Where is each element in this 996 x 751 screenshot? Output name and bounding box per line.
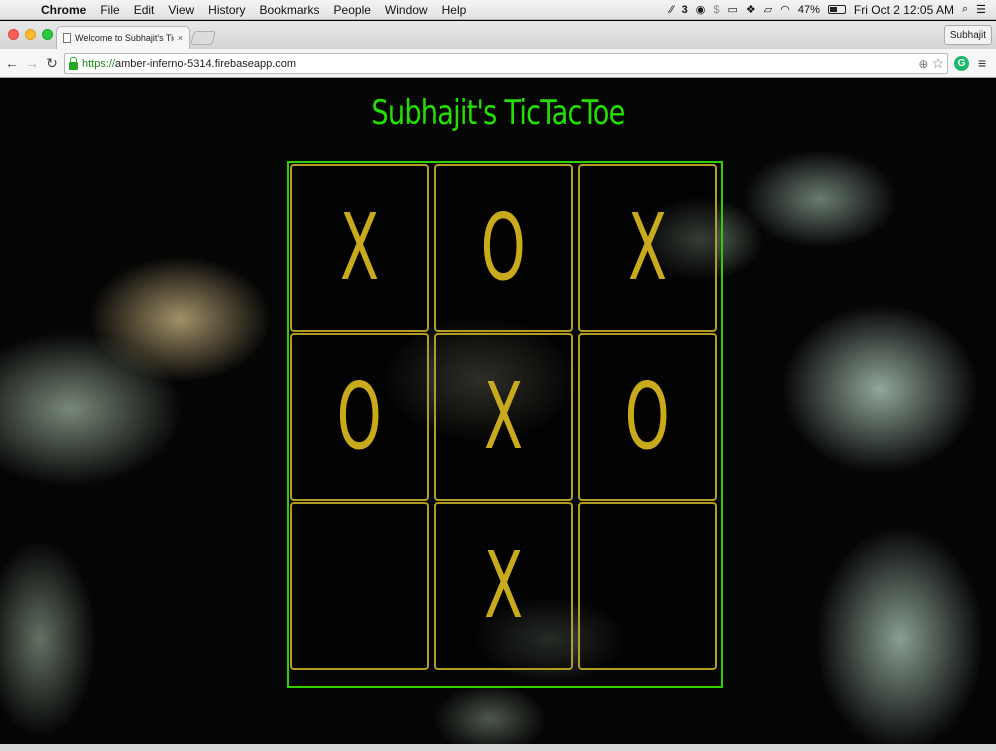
bookmark-star-icon[interactable]: ☆ [931, 55, 944, 72]
window-bottom-edge [0, 744, 996, 751]
menu-app-chrome[interactable]: Chrome [34, 3, 93, 17]
tab-close-icon[interactable]: × [178, 33, 183, 43]
cell-mark: X [627, 194, 668, 301]
address-bar[interactable]: https:// amber-inferno-5314.firebaseapp.… [64, 53, 948, 74]
grammarly-extension-icon[interactable]: G [954, 56, 969, 71]
board-cell-3[interactable]: X [578, 164, 717, 332]
back-icon[interactable]: ← [2, 55, 22, 71]
tab-active[interactable]: Welcome to Subhajit's TicTa × [56, 26, 190, 49]
board-cell-9[interactable] [578, 502, 717, 670]
clock[interactable]: Fri Oct 2 12:05 AM [854, 3, 954, 17]
menu-file[interactable]: File [93, 3, 126, 17]
board-cell-1[interactable]: X [290, 164, 429, 332]
battery-percent[interactable]: 47% [798, 4, 820, 16]
cell-mark: X [339, 194, 380, 301]
menu-window[interactable]: Window [378, 3, 435, 17]
menu-help[interactable]: Help [435, 3, 474, 17]
badge-count[interactable]: 3 [682, 4, 688, 16]
window-controls [8, 29, 53, 40]
chrome-menu-icon[interactable]: ≡ [978, 55, 986, 71]
board-cell-2[interactable]: O [434, 164, 573, 332]
zoom-window-button[interactable] [42, 29, 53, 40]
cell-mark: X [483, 363, 524, 470]
menu-people[interactable]: People [327, 3, 378, 17]
board-cell-6[interactable]: O [578, 333, 717, 501]
profile-button[interactable]: Subhajit [943, 25, 992, 45]
battery-icon[interactable] [827, 5, 846, 14]
macos-menubar: Chrome File Edit View History Bookmarks … [0, 0, 996, 20]
airplay-icon[interactable]: ▱ [764, 3, 772, 16]
spotlight-icon[interactable]: ⌕ [962, 3, 968, 16]
close-window-button[interactable] [8, 29, 19, 40]
wifi-icon[interactable]: ◠ [780, 3, 790, 16]
monitor-icon[interactable]: ▭ [728, 3, 738, 16]
dollar-icon[interactable]: $ [713, 4, 719, 16]
page-title: Subhajit's TicTacToe [371, 93, 625, 133]
status-area: ⁄⁄ 3 ◉ $ ▭ ❖ ▱ ◠ 47% Fri Oct 2 12:05 AM … [670, 3, 996, 17]
page-favicon-icon [63, 33, 71, 43]
browser-toolbar: ← → ↻ https:// amber-inferno-5314.fireba… [0, 49, 996, 78]
new-tab-button[interactable] [190, 31, 216, 45]
url-host: amber-inferno-5314.firebaseapp.com [115, 57, 297, 70]
menu-history[interactable]: History [201, 3, 252, 17]
board-cell-4[interactable]: O [290, 333, 429, 501]
forward-icon[interactable]: → [22, 55, 42, 71]
tab-strip: Welcome to Subhajit's TicTa × Subhajit [0, 21, 996, 49]
board-cell-8[interactable]: X [434, 502, 573, 670]
menu-bookmarks[interactable]: Bookmarks [253, 3, 327, 17]
game-board: X O X O X O X [287, 161, 723, 688]
zoom-icon[interactable]: ⊕ [918, 57, 928, 71]
adobe-status-icon[interactable]: ⁄⁄ [670, 4, 674, 16]
cell-mark: X [483, 532, 524, 639]
cell-mark: O [625, 363, 670, 470]
menu-view[interactable]: View [161, 3, 201, 17]
creative-cloud-icon[interactable]: ◉ [696, 3, 706, 16]
secure-lock-icon[interactable] [69, 56, 78, 70]
board-cell-5[interactable]: X [434, 333, 573, 501]
notification-center-icon[interactable]: ☰ [976, 3, 986, 16]
url-scheme: https:// [82, 57, 116, 70]
cell-mark: O [481, 194, 526, 301]
cell-mark: O [337, 363, 382, 470]
tab-title: Welcome to Subhajit's TicTa [75, 33, 174, 43]
menu-edit[interactable]: Edit [127, 3, 162, 17]
minimize-window-button[interactable] [25, 29, 36, 40]
page-content: Subhajit's TicTacToe X O X O X O X [0, 79, 996, 751]
reload-icon[interactable]: ↻ [42, 55, 62, 72]
dropbox-icon[interactable]: ❖ [746, 3, 756, 16]
board-cell-7[interactable] [290, 502, 429, 670]
